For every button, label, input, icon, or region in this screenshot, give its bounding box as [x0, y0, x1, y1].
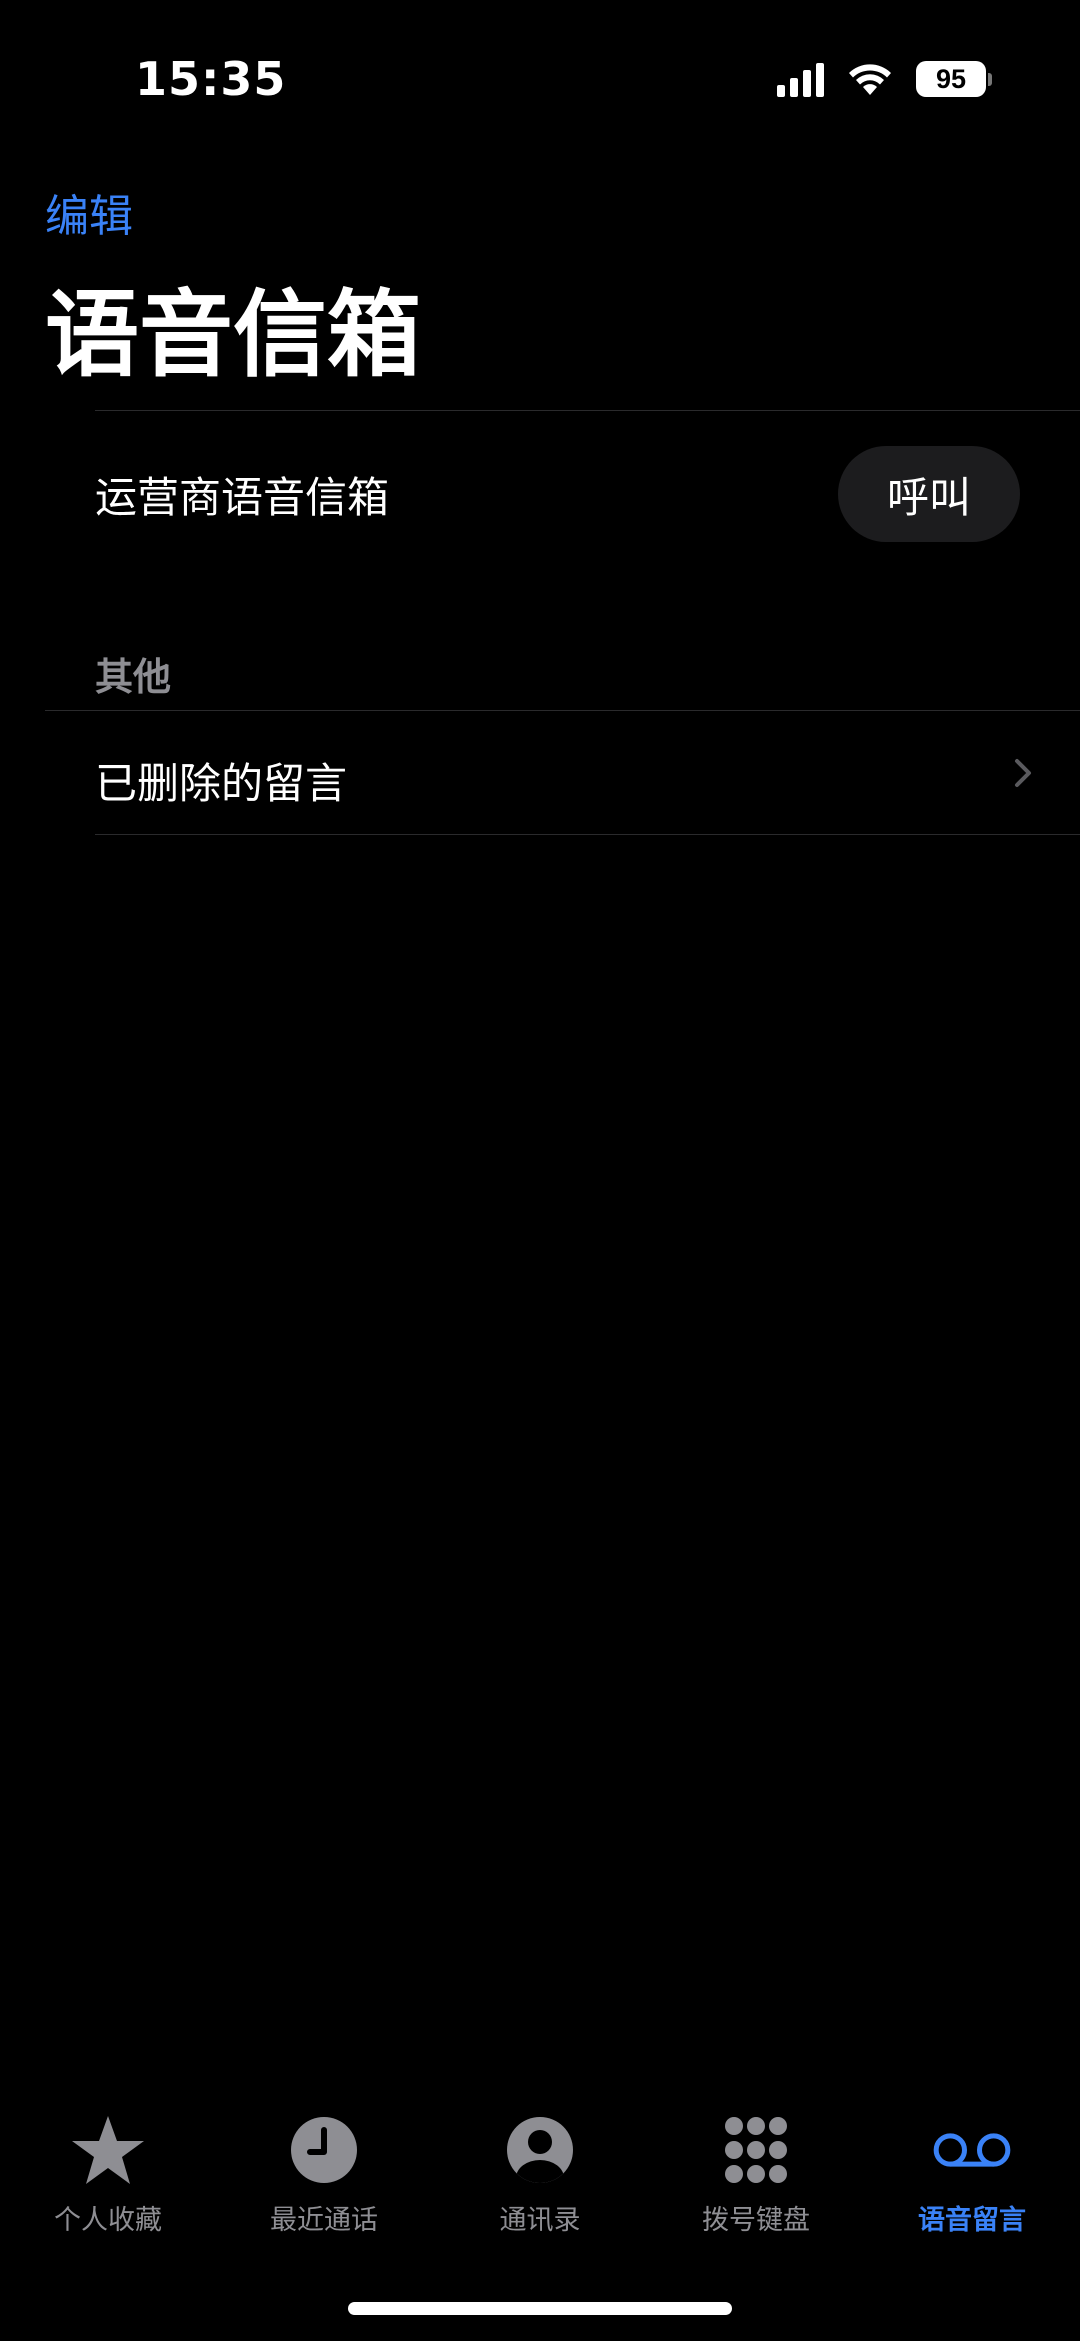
call-button[interactable]: 呼叫 — [838, 446, 1020, 542]
signal-icon — [777, 61, 824, 97]
person-icon — [500, 2110, 580, 2190]
divider — [95, 834, 1080, 835]
tab-label: 语音留言 — [918, 2205, 1026, 2236]
tab-favorites[interactable]: 个人收藏 — [0, 2110, 216, 2260]
tab-bar: 个人收藏 最近通话 通讯录 拨号键盘 语音留言 — [0, 2110, 1080, 2260]
status-time: 15:35 — [135, 52, 287, 106]
home-indicator[interactable] — [348, 2302, 732, 2315]
section-header-other: 其他 — [95, 655, 172, 699]
deleted-messages-label: 已删除的留言 — [95, 759, 348, 808]
chevron-right-icon — [1015, 759, 1031, 787]
tab-contacts[interactable]: 通讯录 — [432, 2110, 648, 2260]
carrier-voicemail-label: 运营商语音信箱 — [95, 473, 390, 522]
clock-icon — [284, 2110, 364, 2190]
star-icon — [68, 2110, 148, 2190]
edit-button[interactable]: 编辑 — [45, 180, 133, 244]
tab-label: 拨号键盘 — [702, 2205, 810, 2236]
tab-voicemail[interactable]: 语音留言 — [864, 2110, 1080, 2260]
wifi-icon — [849, 64, 891, 95]
battery-level: 95 — [916, 61, 986, 97]
status-icons: 95 — [777, 56, 992, 102]
tab-label: 最近通话 — [270, 2205, 378, 2236]
tab-label: 通讯录 — [499, 2205, 581, 2236]
deleted-messages-row[interactable]: 已删除的留言 — [0, 712, 1080, 834]
tab-label: 个人收藏 — [54, 2205, 162, 2236]
divider — [95, 410, 1080, 411]
tab-keypad[interactable]: 拨号键盘 — [648, 2110, 864, 2260]
voicemail-icon — [932, 2110, 1012, 2190]
divider — [45, 710, 1080, 711]
page-title: 语音信箱 — [45, 281, 422, 390]
keypad-icon — [716, 2110, 796, 2190]
carrier-voicemail-row: 运营商语音信箱 呼叫 — [0, 412, 1080, 577]
tab-recents[interactable]: 最近通话 — [216, 2110, 432, 2260]
battery-icon: 95 — [916, 61, 992, 97]
